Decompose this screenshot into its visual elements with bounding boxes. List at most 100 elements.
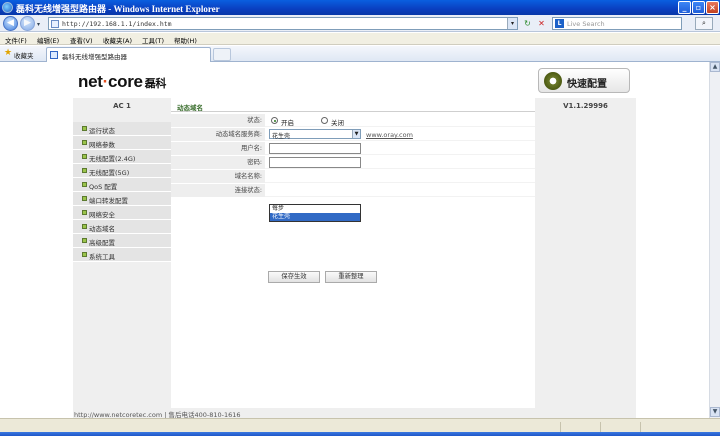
nav-item-wireless-5g[interactable]: 无线配置(5G)	[73, 164, 171, 178]
nav-item-label: 网络参数	[89, 141, 115, 149]
nav-item-wireless-24g[interactable]: 无线配置(2.4G)	[73, 150, 171, 164]
nav-bullet-icon	[82, 224, 87, 229]
provider-select[interactable]: 花生壳 ▼	[269, 129, 361, 140]
status-off-label[interactable]: 关闭	[331, 117, 344, 127]
stop-icon[interactable]: ✕	[536, 18, 547, 29]
address-toolbar: ◀ ▶ ▾ http://192.168.1.1/index.htm ▾ ↻ ✕…	[0, 15, 720, 32]
menu-tools[interactable]: 工具(T)	[142, 35, 164, 45]
nav-item-network[interactable]: 网络参数	[73, 136, 171, 150]
logo-cn: 磊科	[144, 78, 167, 90]
scroll-up-icon[interactable]: ▲	[710, 62, 720, 72]
nav-item-label: 运行状态	[89, 127, 115, 135]
search-button[interactable]: ⌕	[695, 17, 713, 30]
nav-item-label: 端口转发配置	[89, 197, 128, 205]
save-button[interactable]: 保存生效	[268, 271, 320, 283]
favorites-label[interactable]: 收藏夹	[14, 50, 34, 60]
status-row: 状态: 开启 关闭	[171, 114, 535, 127]
quick-setup-button[interactable]: 快速配置	[538, 68, 630, 93]
domain-label: 域名名称:	[171, 170, 265, 183]
address-url[interactable]: http://192.168.1.1/index.htm	[62, 20, 172, 28]
left-sidebar: AC 1 运行状态 网络参数 无线配置(2.4G) 无线配置(5G) QoS 配…	[73, 98, 171, 410]
status-on-label[interactable]: 开启	[281, 117, 294, 127]
nav-item-label: 无线配置(5G)	[89, 169, 130, 177]
forward-button[interactable]: ▶	[20, 16, 35, 31]
version-label: V1.1.29996	[563, 102, 608, 110]
nav-item-ddns[interactable]: 动态域名	[73, 220, 171, 234]
search-input[interactable]: L Live Search	[552, 17, 682, 30]
gear-icon	[544, 72, 562, 90]
section-title: 动态域名	[177, 104, 203, 112]
vertical-scrollbar[interactable]: ▲ ▼	[709, 62, 720, 418]
status-on-radio[interactable]	[271, 117, 278, 124]
nav-item-label: 网络安全	[89, 211, 115, 219]
router-header: net·core 磊科 快速配置	[0, 62, 709, 98]
nav-menu: 运行状态 网络参数 无线配置(2.4G) 无线配置(5G) QoS 配置 端口转…	[73, 122, 171, 262]
menu-view[interactable]: 查看(V)	[70, 35, 93, 45]
nav-item-label: 动态域名	[89, 225, 115, 233]
scroll-down-icon[interactable]: ▼	[710, 407, 720, 417]
ddns-panel: 动态域名 状态: 开启 关闭 动态域名服务商: 花生壳 ▼ www.oray.c…	[171, 98, 535, 410]
status-off-radio[interactable]	[321, 117, 328, 124]
provider-dropdown-list[interactable]: 每步 花生壳	[269, 204, 361, 222]
nav-item-status[interactable]: 运行状态	[73, 122, 171, 136]
chevron-down-icon[interactable]: ▼	[352, 130, 360, 138]
nav-item-security[interactable]: 网络安全	[73, 206, 171, 220]
nav-item-qos[interactable]: QoS 配置	[73, 178, 171, 192]
logo-part-net: net	[78, 72, 103, 91]
window-title: 磊科无线增强型路由器 - Windows Internet Explorer	[16, 4, 220, 14]
password-field[interactable]	[269, 157, 361, 168]
live-search-icon: L	[555, 19, 564, 28]
search-placeholder: Live Search	[567, 20, 605, 28]
provider-selected-value: 花生壳	[272, 133, 291, 140]
nav-item-label: 无线配置(2.4G)	[89, 155, 136, 163]
nav-bullet-icon	[82, 238, 87, 243]
favorites-bar: ★ 收藏夹 磊科无线增强型路由器	[0, 46, 720, 62]
username-row: 用户名:	[171, 142, 535, 155]
nav-item-label: 系统工具	[89, 253, 115, 261]
menu-file[interactable]: 文件(F)	[5, 35, 27, 45]
minimize-button[interactable]: _	[678, 1, 691, 14]
page-footer: http://www.netcoretec.com | 售后电话400-810-…	[73, 408, 636, 418]
provider-row: 动态域名服务商: 花生壳 ▼ www.oray.com	[171, 128, 535, 141]
password-row: 密码:	[171, 156, 535, 169]
nav-bullet-icon	[82, 182, 87, 187]
provider-link[interactable]: www.oray.com	[366, 131, 413, 139]
provider-option-selected[interactable]: 花生壳	[270, 213, 360, 221]
connection-label: 连接状态:	[171, 184, 265, 197]
right-sidebar: V1.1.29996	[535, 98, 636, 410]
nav-item-port-forwarding[interactable]: 端口转发配置	[73, 192, 171, 206]
new-tab-button[interactable]	[213, 48, 231, 61]
username-field[interactable]	[269, 143, 361, 154]
close-window-button[interactable]: ×	[706, 1, 719, 14]
menu-favorites[interactable]: 收藏夹(A)	[103, 35, 132, 45]
page-icon	[51, 20, 59, 28]
quick-setup-label: 快速配置	[567, 79, 607, 90]
nav-bullet-icon	[82, 154, 87, 159]
favorites-star-icon[interactable]: ★	[4, 49, 12, 58]
menu-help[interactable]: 帮助(H)	[174, 35, 197, 45]
menu-edit[interactable]: 编辑(E)	[37, 35, 59, 45]
reset-button[interactable]: 重新整理	[325, 271, 377, 283]
nav-item-system-tools[interactable]: 系统工具	[73, 248, 171, 262]
nav-bullet-icon	[82, 140, 87, 145]
domain-row: 域名名称:	[171, 170, 535, 183]
menu-bar: 文件(F) 编辑(E) 查看(V) 收藏夹(A) 工具(T) 帮助(H)	[0, 33, 720, 45]
ie-icon	[2, 2, 13, 13]
username-label: 用户名:	[171, 142, 265, 155]
nav-item-label: QoS 配置	[89, 183, 118, 191]
connection-row: 连接状态:	[171, 184, 535, 197]
provider-option[interactable]: 每步	[270, 205, 360, 213]
maximize-button[interactable]: ▫	[692, 1, 705, 14]
footer-text: http://www.netcoretec.com | 售后电话400-810-…	[74, 411, 241, 418]
back-button[interactable]: ◀	[3, 16, 18, 31]
address-dropdown-icon[interactable]: ▾	[507, 18, 517, 29]
section-header: 动态域名	[171, 98, 535, 112]
nav-item-advanced[interactable]: 高级配置	[73, 234, 171, 248]
model-label: AC 1	[113, 102, 131, 110]
history-dropdown-icon[interactable]: ▾	[37, 21, 40, 28]
address-input[interactable]: http://192.168.1.1/index.htm ▾	[48, 17, 518, 30]
nav-bullet-icon	[82, 168, 87, 173]
refresh-icon[interactable]: ↻	[522, 18, 533, 29]
window-titlebar: 磊科无线增强型路由器 - Windows Internet Explorer _…	[0, 0, 720, 15]
browser-tab[interactable]: 磊科无线增强型路由器	[46, 47, 211, 62]
